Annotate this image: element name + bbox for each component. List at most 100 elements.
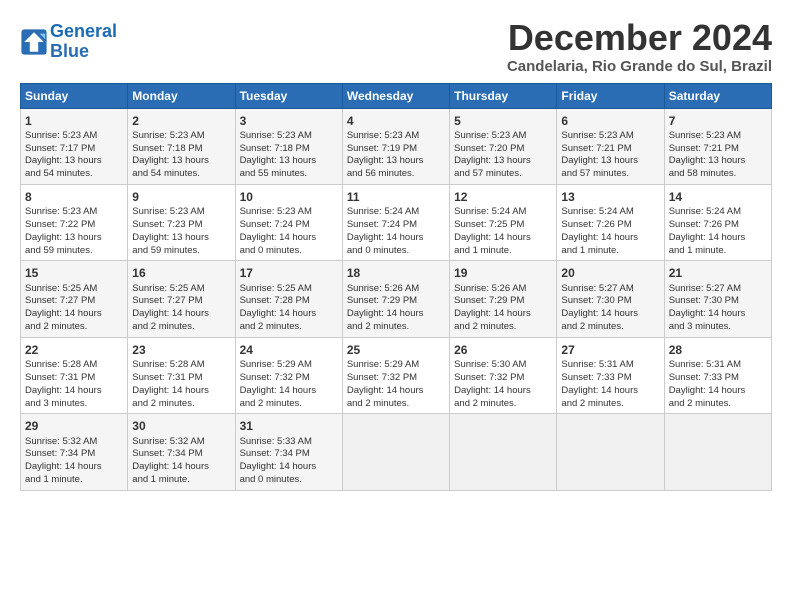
subtitle: Candelaria, Rio Grande do Sul, Brazil xyxy=(507,58,772,75)
table-row: 8Sunrise: 5:23 AMSunset: 7:22 PMDaylight… xyxy=(21,185,128,261)
day-number: 14 xyxy=(669,189,767,205)
day-info: Sunrise: 5:25 AM xyxy=(240,283,312,294)
day-info: Sunrise: 5:27 AM xyxy=(561,283,633,294)
table-row: 9Sunrise: 5:23 AMSunset: 7:23 PMDaylight… xyxy=(128,185,235,261)
day-info: and 0 minutes. xyxy=(240,474,302,485)
day-info: Daylight: 13 hours xyxy=(669,155,746,166)
day-info: Sunset: 7:23 PM xyxy=(132,219,202,230)
day-info: Sunset: 7:33 PM xyxy=(669,372,739,383)
table-row: 7Sunrise: 5:23 AM Sunset: 7:21 PMDaylight… xyxy=(664,108,771,184)
table-row: 12Sunrise: 5:24 AMSunset: 7:25 PMDayligh… xyxy=(450,185,557,261)
day-info: Sunrise: 5:23 AM xyxy=(25,130,97,141)
day-info: Sunset: 7:34 PM xyxy=(25,448,95,459)
table-row: 3Sunrise: 5:23 AMSunset: 7:18 PMDaylight… xyxy=(235,108,342,184)
day-info: Sunrise: 5:28 AM xyxy=(132,359,204,370)
day-info: Daylight: 14 hours xyxy=(561,385,638,396)
table-row: 29Sunrise: 5:32 AMSunset: 7:34 PMDayligh… xyxy=(21,414,128,490)
day-info: Sunrise: 5:29 AM xyxy=(347,359,419,370)
day-info: Daylight: 13 hours xyxy=(25,155,102,166)
day-info: Sunrise: 5:24 AM xyxy=(561,206,633,217)
table-row xyxy=(557,414,664,490)
table-row: 18Sunrise: 5:26 AMSunset: 7:29 PMDayligh… xyxy=(342,261,449,337)
day-info: and 2 minutes. xyxy=(240,321,302,332)
day-info: Daylight: 13 hours xyxy=(132,155,209,166)
day-number: 15 xyxy=(25,265,123,281)
day-number: 18 xyxy=(347,265,445,281)
day-info: Sunset: 7:31 PM xyxy=(25,372,95,383)
day-info: and 0 minutes. xyxy=(347,245,409,256)
day-info: Daylight: 14 hours xyxy=(561,308,638,319)
day-info: Daylight: 14 hours xyxy=(454,308,531,319)
day-info: Daylight: 14 hours xyxy=(132,461,209,472)
day-info: Sunrise: 5:28 AM xyxy=(25,359,97,370)
day-info: Sunrise: 5:23 AM xyxy=(454,130,526,141)
calendar-body: 1Sunrise: 5:23 AMSunset: 7:17 PMDaylight… xyxy=(21,108,772,490)
day-info: Daylight: 13 hours xyxy=(561,155,638,166)
day-info: Sunrise: 5:32 AM xyxy=(25,436,97,447)
day-info: Sunset: 7:27 PM xyxy=(25,295,95,306)
day-info: Sunrise: 5:23 AM xyxy=(240,206,312,217)
day-info: and 54 minutes. xyxy=(25,168,93,179)
day-number: 23 xyxy=(132,342,230,358)
day-info: and 2 minutes. xyxy=(240,398,302,409)
day-info: and 0 minutes. xyxy=(240,245,302,256)
day-info: Sunset: 7:29 PM xyxy=(347,295,417,306)
day-info: Sunrise: 5:23 AM xyxy=(669,130,741,141)
table-row: 15Sunrise: 5:25 AMSunset: 7:27 PMDayligh… xyxy=(21,261,128,337)
table-row: 2Sunrise: 5:23 AMSunset: 7:18 PMDaylight… xyxy=(128,108,235,184)
day-info: Sunset: 7:32 PM xyxy=(347,372,417,383)
day-number: 28 xyxy=(669,342,767,358)
day-info: and 1 minute. xyxy=(669,245,727,256)
main-title: December 2024 xyxy=(507,18,772,58)
day-info: Sunrise: 5:26 AM xyxy=(347,283,419,294)
day-number: 20 xyxy=(561,265,659,281)
table-row: 16Sunrise: 5:25 AMSunset: 7:27 PMDayligh… xyxy=(128,261,235,337)
header: General Blue December 2024 Candelaria, R… xyxy=(20,18,772,75)
day-info: Sunrise: 5:29 AM xyxy=(240,359,312,370)
table-row: 21Sunrise: 5:27 AMSunset: 7:30 PMDayligh… xyxy=(664,261,771,337)
day-number: 31 xyxy=(240,418,338,434)
day-number: 7 xyxy=(669,113,767,129)
header-friday: Friday xyxy=(557,83,664,108)
day-number: 17 xyxy=(240,265,338,281)
header-thursday: Thursday xyxy=(450,83,557,108)
day-info: Sunset: 7:34 PM xyxy=(132,448,202,459)
table-row: 24Sunrise: 5:29 AMSunset: 7:32 PMDayligh… xyxy=(235,337,342,413)
day-number: 21 xyxy=(669,265,767,281)
day-info: Sunrise: 5:24 AM xyxy=(669,206,741,217)
day-info: and 2 minutes. xyxy=(454,321,516,332)
day-info: Sunset: 7:21 PM xyxy=(669,143,739,154)
day-info: and 2 minutes. xyxy=(132,398,194,409)
day-info: Sunrise: 5:32 AM xyxy=(132,436,204,447)
day-info: Daylight: 14 hours xyxy=(347,232,424,243)
table-row: 30Sunrise: 5:32 AMSunset: 7:34 PMDayligh… xyxy=(128,414,235,490)
day-info: Sunrise: 5:24 AM xyxy=(347,206,419,217)
day-info: Daylight: 14 hours xyxy=(132,385,209,396)
day-info: Sunrise: 5:30 AM xyxy=(454,359,526,370)
day-info: Sunrise: 5:31 AM xyxy=(669,359,741,370)
day-info: and 2 minutes. xyxy=(561,398,623,409)
day-info: Sunset: 7:29 PM xyxy=(454,295,524,306)
day-info: and 56 minutes. xyxy=(347,168,415,179)
day-info: Daylight: 14 hours xyxy=(669,385,746,396)
day-info: Sunset: 7:30 PM xyxy=(561,295,631,306)
day-info: Sunset: 7:25 PM xyxy=(454,219,524,230)
day-info: Daylight: 14 hours xyxy=(669,308,746,319)
day-info: and 59 minutes. xyxy=(25,245,93,256)
day-info: Sunset: 7:26 PM xyxy=(669,219,739,230)
day-info: Daylight: 13 hours xyxy=(240,155,317,166)
day-info: and 57 minutes. xyxy=(454,168,522,179)
day-info: Sunset: 7:22 PM xyxy=(25,219,95,230)
day-number: 26 xyxy=(454,342,552,358)
day-info: Sunset: 7:30 PM xyxy=(669,295,739,306)
table-row: 10Sunrise: 5:23 AMSunset: 7:24 PMDayligh… xyxy=(235,185,342,261)
day-info: and 1 minute. xyxy=(132,474,190,485)
day-info: Daylight: 14 hours xyxy=(454,232,531,243)
title-block: December 2024 Candelaria, Rio Grande do … xyxy=(507,18,772,75)
day-number: 16 xyxy=(132,265,230,281)
page: General Blue December 2024 Candelaria, R… xyxy=(0,0,792,612)
day-info: Daylight: 14 hours xyxy=(25,385,102,396)
day-info: Daylight: 14 hours xyxy=(454,385,531,396)
day-info: Sunset: 7:18 PM xyxy=(240,143,310,154)
day-info: Sunset: 7:31 PM xyxy=(132,372,202,383)
